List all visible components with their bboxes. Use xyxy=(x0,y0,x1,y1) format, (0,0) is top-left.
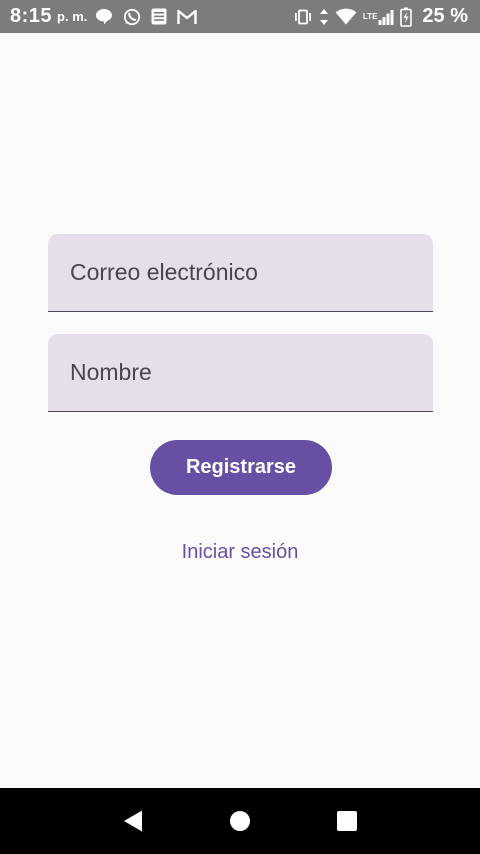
recents-button[interactable] xyxy=(327,801,367,841)
news-icon xyxy=(151,8,167,25)
email-field[interactable]: Correo electrónico xyxy=(48,234,433,312)
status-bar-right: LTE 25 % xyxy=(293,5,468,28)
recents-icon xyxy=(336,811,357,831)
navigation-bar xyxy=(0,788,480,854)
status-time: 8:15 xyxy=(10,5,53,27)
whatsapp-icon xyxy=(123,8,141,26)
chat-bubble-icon xyxy=(95,8,113,25)
vibrate-icon xyxy=(293,9,313,25)
app-screen: 8:15 p. m. LTE 25 % Correo electrónico N… xyxy=(0,0,480,854)
gmail-icon xyxy=(177,9,198,25)
home-button[interactable] xyxy=(220,801,260,841)
status-bar: 8:15 p. m. LTE 25 % xyxy=(0,0,480,33)
name-field-placeholder: Nombre xyxy=(70,359,152,385)
register-button[interactable]: Registrarse xyxy=(150,440,332,495)
back-icon xyxy=(124,810,143,832)
email-field-placeholder: Correo electrónico xyxy=(70,259,258,285)
data-arrows-icon xyxy=(319,8,329,26)
name-field[interactable]: Nombre xyxy=(48,334,433,412)
network-type-label: LTE xyxy=(362,12,378,21)
register-button-label: Registrarse xyxy=(185,456,297,478)
signal-icon xyxy=(378,9,394,25)
back-button[interactable] xyxy=(113,801,153,841)
home-icon xyxy=(229,811,250,831)
battery-charging-icon xyxy=(400,7,413,27)
status-ampm: p. m. xyxy=(57,9,88,24)
login-link[interactable]: Iniciar sesión xyxy=(0,541,480,564)
wifi-icon xyxy=(335,8,357,25)
status-bar-left: 8:15 p. m. xyxy=(10,5,207,28)
battery-percentage: 25 % xyxy=(422,5,468,27)
